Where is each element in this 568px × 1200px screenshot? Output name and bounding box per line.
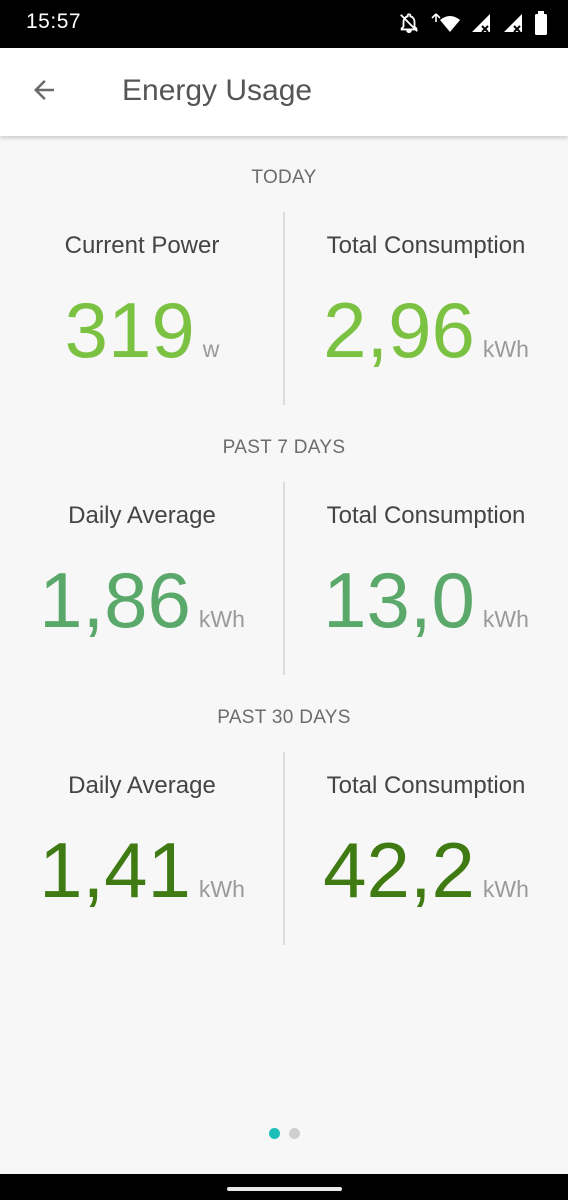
page-indicator <box>0 1128 568 1139</box>
page-dot-inactive[interactable] <box>288 1128 300 1139</box>
status-time: 15:57 <box>26 10 82 33</box>
home-gesture-bar[interactable] <box>227 1187 342 1191</box>
30-day-average-label: Daily Average <box>68 772 216 799</box>
7-day-total-number: 13,0 <box>323 556 475 644</box>
current-power-unit: w <box>202 336 220 362</box>
wifi-icon <box>430 12 460 34</box>
7-day-average-unit: kWh <box>198 606 245 632</box>
30-day-total-label: Total Consumption <box>326 772 526 799</box>
back-button[interactable] <box>22 70 66 114</box>
section-header-30-days: PAST 30 DAYS <box>217 707 351 728</box>
7-day-average-number: 1,86 <box>39 556 191 644</box>
current-power-number: 319 <box>64 286 195 374</box>
7-day-total-unit: kWh <box>482 606 529 632</box>
30-day-total-unit: kWh <box>482 876 529 902</box>
section-header-7-days: PAST 7 DAYS <box>222 437 346 458</box>
page-dot-active[interactable] <box>268 1128 280 1139</box>
7-day-average-value: 1,86 kWh <box>0 561 284 639</box>
7-day-average-label: Daily Average <box>68 502 216 529</box>
current-power-label: Current Power <box>64 232 220 259</box>
battery-icon <box>534 11 548 35</box>
30-day-average-unit: kWh <box>198 876 245 902</box>
notifications-off-icon <box>398 12 420 34</box>
7-day-total-label: Total Consumption <box>326 502 526 529</box>
30-day-average-number: 1,41 <box>39 826 191 914</box>
today-total-value: 2,96 kWh <box>284 291 568 369</box>
7-day-total-value: 13,0 kWh <box>284 561 568 639</box>
30-day-total-number: 42,2 <box>323 826 475 914</box>
app-bar: Energy Usage <box>0 48 568 136</box>
today-total-label: Total Consumption <box>326 232 526 259</box>
signal-icon <box>502 12 524 34</box>
current-power-value: 319 w <box>0 291 284 369</box>
today-total-unit: kWh <box>482 336 529 362</box>
30-day-total-value: 42,2 kWh <box>284 831 568 909</box>
today-total-number: 2,96 <box>323 286 475 374</box>
status-icons <box>398 11 548 35</box>
status-bar: 15:57 <box>0 0 568 48</box>
arrow-left-icon <box>29 75 59 110</box>
30-day-average-value: 1,41 kWh <box>0 831 284 909</box>
page-title: Energy Usage <box>122 74 313 107</box>
navigation-bar <box>0 1174 568 1200</box>
signal-icon <box>470 12 492 34</box>
section-header-today: TODAY <box>251 167 317 188</box>
